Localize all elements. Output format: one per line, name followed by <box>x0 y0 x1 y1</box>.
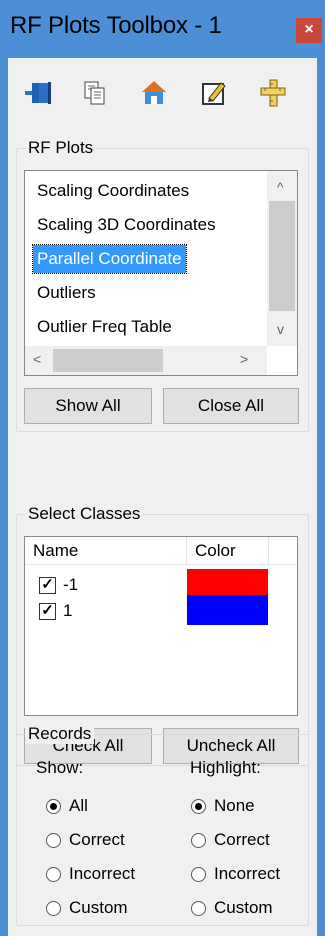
highlight-radio[interactable] <box>191 901 206 916</box>
window-border-right <box>317 0 325 936</box>
scroll-down-icon[interactable]: v <box>277 321 284 337</box>
rf-plots-legend: RF Plots <box>25 138 97 158</box>
column-header-blank <box>269 537 297 565</box>
rf-plot-item[interactable]: Scaling Coordinates <box>33 177 193 205</box>
show-option-label[interactable]: All <box>69 796 88 816</box>
horizontal-scrollbar[interactable]: < > <box>25 346 267 375</box>
edit-icon[interactable] <box>199 78 229 108</box>
highlight-radio[interactable] <box>191 833 206 848</box>
horizontal-scroll-thumb[interactable] <box>53 349 163 372</box>
close-button[interactable]: × <box>296 18 322 43</box>
scroll-right-icon[interactable]: > <box>240 351 248 367</box>
rf-plots-list[interactable]: Scaling Coordinates Scaling 3D Coordinate… <box>24 170 298 376</box>
rf-plot-item[interactable]: Outliers <box>33 279 100 307</box>
scroll-up-icon[interactable]: ^ <box>277 179 284 195</box>
highlight-option-label[interactable]: Incorrect <box>214 864 280 884</box>
vertical-scrollbar[interactable]: ^ v <box>267 171 297 346</box>
show-label: Show: <box>36 758 84 777</box>
title-bar[interactable]: RF Plots Toolbox - 1 × <box>0 0 325 58</box>
show-radio[interactable] <box>46 867 61 882</box>
show-all-button[interactable]: Show All <box>24 388 152 424</box>
scroll-left-icon[interactable]: < <box>33 351 41 367</box>
highlight-option-label[interactable]: Custom <box>214 898 273 918</box>
class-checkbox[interactable]: ✓ <box>39 577 56 594</box>
copy-icon[interactable] <box>79 78 109 108</box>
show-radio[interactable] <box>46 833 61 848</box>
class-checkbox[interactable]: ✓ <box>39 603 56 620</box>
vertical-scroll-thumb[interactable] <box>269 201 295 311</box>
highlight-radio[interactable] <box>191 867 206 882</box>
window-title: RF Plots Toolbox - 1 <box>10 12 222 39</box>
show-option-label[interactable]: Incorrect <box>69 864 135 884</box>
show-option-label[interactable]: Custom <box>69 898 128 918</box>
window-border-left <box>0 0 8 936</box>
class-list[interactable]: Name Color ✓ -1 ✓ 1 <box>24 536 298 716</box>
ruler-icon[interactable] <box>258 78 288 108</box>
rf-plot-item[interactable]: Outlier Freq Table <box>33 313 176 341</box>
rf-plot-item[interactable]: Parallel Coordinate <box>32 244 187 274</box>
highlight-label: Highlight: <box>190 758 261 777</box>
show-radio[interactable] <box>46 799 61 814</box>
highlight-option-label[interactable]: Correct <box>214 830 270 850</box>
class-color-swatch[interactable] <box>187 595 268 625</box>
home-icon[interactable] <box>139 78 169 108</box>
highlight-option-label[interactable]: None <box>214 796 255 816</box>
class-name: 1 <box>63 601 73 620</box>
records-legend: Records <box>25 724 95 744</box>
close-all-button[interactable]: Close All <box>163 388 299 424</box>
select-classes-legend: Select Classes <box>25 504 144 524</box>
show-radio[interactable] <box>46 901 61 916</box>
column-header-color[interactable]: Color <box>187 537 269 565</box>
book-icon[interactable] <box>23 78 53 108</box>
class-name: -1 <box>63 575 79 594</box>
highlight-radio[interactable] <box>191 799 206 814</box>
show-option-label[interactable]: Correct <box>69 830 125 850</box>
column-header-name[interactable]: Name <box>25 537 187 565</box>
rf-plot-item[interactable]: Scaling 3D Coordinates <box>33 211 220 239</box>
